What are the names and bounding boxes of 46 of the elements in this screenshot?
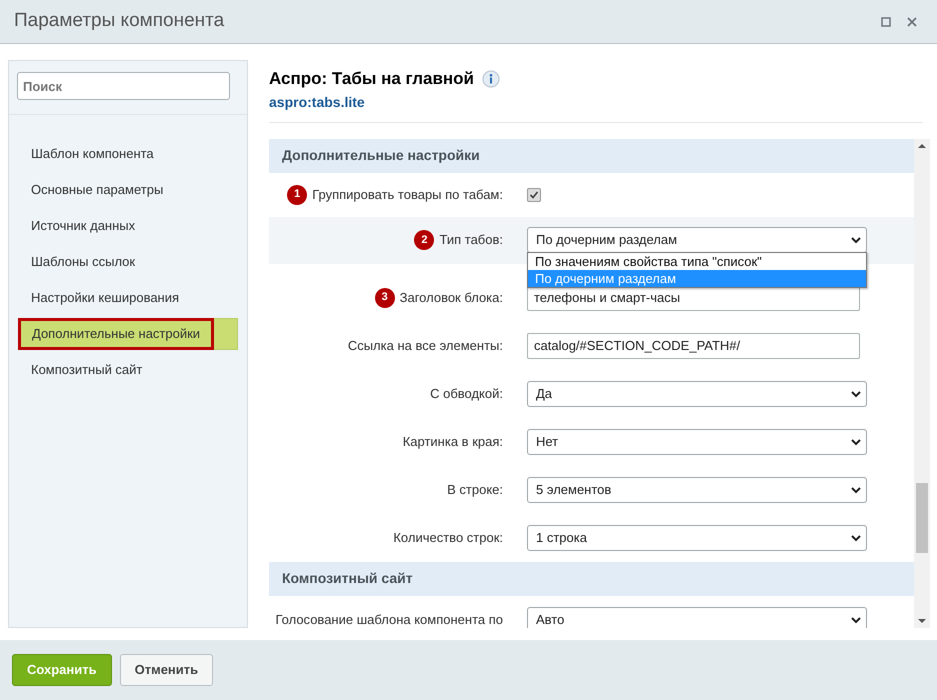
chevron-down-icon [850,390,862,398]
field-label: Картинка в края: [402,432,503,451]
sidebar-item[interactable]: Композитный сайт [18,360,156,380]
select-dropdown[interactable]: Нет [527,428,867,454]
chevron-down-icon [850,534,862,542]
select-dropdown[interactable]: 5 элементов [527,476,867,502]
select-dropdown[interactable]: Да [527,380,867,406]
window-title: Параметры компонента [14,9,226,34]
field-label: Голосование шаблона компонента по [275,610,503,628]
chevron-down-icon [850,486,862,494]
chevron-down-icon [850,236,862,244]
checkmark-icon [529,190,539,200]
sidebar-item[interactable]: Настройки кеширования [18,288,192,308]
close-icon[interactable] [907,16,917,26]
select-dropdown[interactable]: По дочерним разделам [527,227,867,253]
step-badge: 2 [414,230,434,250]
sidebar-item[interactable]: Основные параметры [18,180,176,200]
chevron-down-icon [850,438,862,446]
cancel-button[interactable]: Отменить [120,654,214,686]
step-badge: 1 [287,184,308,204]
field-label: Количество строк: [393,528,503,547]
component-title: Аспро: Табы на главной [269,68,474,90]
scrollbar[interactable] [914,138,930,628]
section-header: Дополнительные настройки [269,138,914,172]
chevron-down-icon [850,616,862,624]
info-icon[interactable] [482,70,500,88]
select-dropdown[interactable]: Авто [527,606,867,628]
field-label: Ссылка на все элементы: [348,336,503,355]
scrollbar-thumb[interactable] [916,482,928,552]
component-code: aspro:tabs.lite [269,92,923,122]
field-label: Заголовок блока: [400,288,503,307]
text-field[interactable]: catalog/#SECTION_CODE_PATH#/ [527,332,860,358]
field-label: Тип табов: [439,231,503,250]
dropdown-option[interactable]: По значениям свойства типа "список" [528,253,866,270]
select-dropdown[interactable]: 1 строка [527,524,867,550]
sidebar-item[interactable]: Шаблоны ссылок [18,252,148,272]
maximize-icon[interactable] [881,16,891,26]
step-badge: 3 [374,288,395,308]
field-label: Группировать товары по табам: [312,186,503,204]
sidebar-item[interactable]: Шаблон компонента [18,144,167,164]
checkbox[interactable] [527,188,541,202]
field-label: В строке: [447,480,503,499]
search-field[interactable]: Поиск [17,72,230,100]
field-label: С обводкой: [430,384,503,403]
sidebar-item[interactable]: Источник данных [18,216,148,236]
section-header: Композитный сайт [269,562,914,596]
